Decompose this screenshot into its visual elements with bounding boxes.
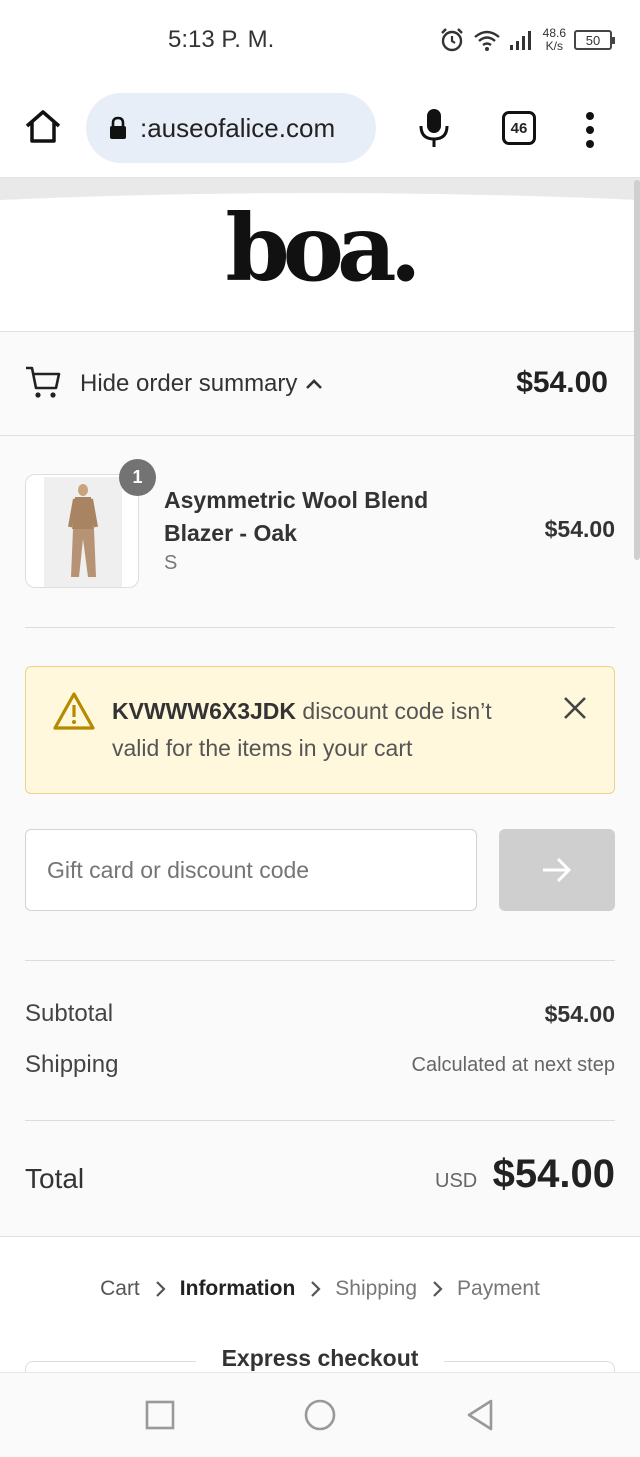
browser-toolbar: :auseofalice.com 46 [0,80,640,178]
net-speed: 48.6 K/s [543,27,566,53]
divider [25,627,615,628]
status-time: 5:13 P. M. [168,26,275,53]
chevron-right-icon [311,1281,321,1297]
product-image [44,477,122,587]
close-icon[interactable] [562,695,588,721]
discount-code-input[interactable] [25,829,477,911]
product-name: Asymmetric Wool Blend Blazer - Oak [164,487,429,546]
status-icons: 48.6 K/s 50 [439,24,615,56]
discount-code: KVWWW6X3JDK [112,698,297,724]
product-variant: S [164,552,178,574]
chevron-right-icon [433,1281,443,1297]
home-icon[interactable] [22,106,64,148]
product-price: $54.00 [544,516,615,542]
battery-indicator: 50 [574,30,615,50]
line-item: 1 Asymmetric Wool Blend Blazer - Oak S $… [25,459,615,590]
quantity-badge: 1 [119,459,156,496]
square-icon[interactable] [143,1398,177,1432]
order-summary-text[interactable]: Hide order summary [80,370,297,398]
breadcrumb: Cart Information Shipping Payment [0,1277,640,1301]
subtotal-value: $54.00 [544,1001,615,1027]
order-summary-total: $54.00 [516,366,608,399]
breadcrumb-shipping: Shipping [335,1277,418,1300]
battery-level: 50 [585,32,601,48]
total-currency: USD [435,1170,478,1192]
net-speed-unit: K/s [545,39,563,53]
order-summary-label[interactable]: Hide order summary [80,370,323,398]
mic-icon[interactable] [414,106,454,150]
more-vert-icon[interactable] [578,110,602,150]
warning-icon [53,692,95,730]
total-label: Total [25,1163,85,1194]
express-checkout-label: Express checkout [195,1345,445,1371]
scrollbar[interactable] [634,180,640,560]
total-amount: $54.00 [492,1152,615,1196]
subtotal-label: Subtotal [25,1000,114,1027]
order-summary-toggle[interactable]: Hide order summary $54.00 [0,332,634,436]
wifi-icon [473,30,500,51]
shipping-value: Calculated at next step [411,1054,615,1076]
chevron-right-icon [156,1281,166,1297]
breadcrumb-cart[interactable]: Cart [100,1277,140,1301]
chevron-up-icon [306,379,323,389]
address-bar[interactable]: :auseofalice.com [86,93,376,163]
discount-error-message: KVWWW6X3JDK discount code isn’t valid fo… [112,693,532,767]
system-nav-bar [0,1372,640,1457]
discount-error-banner: KVWWW6X3JDK discount code isn’t valid fo… [25,666,615,794]
breadcrumb-payment: Payment [457,1277,540,1300]
circle-icon[interactable] [303,1398,337,1432]
express-checkout-heading: Express checkout [0,1345,640,1372]
divider [25,960,615,961]
apply-discount-button[interactable] [499,829,615,911]
checkout-page: boa. Hide order summary $54.00 1 Asymmet… [0,178,640,1372]
store-logo[interactable]: boa. [0,202,640,294]
signal-icon [509,31,531,50]
lock-icon [110,116,126,139]
tab-count: 46 [510,119,528,137]
divider [25,1120,615,1121]
breadcrumb-information: Information [179,1277,296,1300]
alarm-icon [440,28,463,52]
shipping-label: Shipping [25,1051,119,1078]
status-bar: 5:13 P. M. 48.6 K/s 50 [0,0,640,80]
url-text[interactable]: :auseofalice.com [140,113,335,144]
store-header: boa. [0,178,634,332]
triangle-back-icon[interactable] [463,1398,497,1432]
product-thumbnail: 1 [25,459,156,588]
tabs-icon[interactable]: 46 [502,111,536,145]
arrow-right-icon [543,857,572,883]
cart-icon [26,366,61,398]
checkout-steps-section: Cart Information Shipping Payment Expres… [0,1236,640,1372]
